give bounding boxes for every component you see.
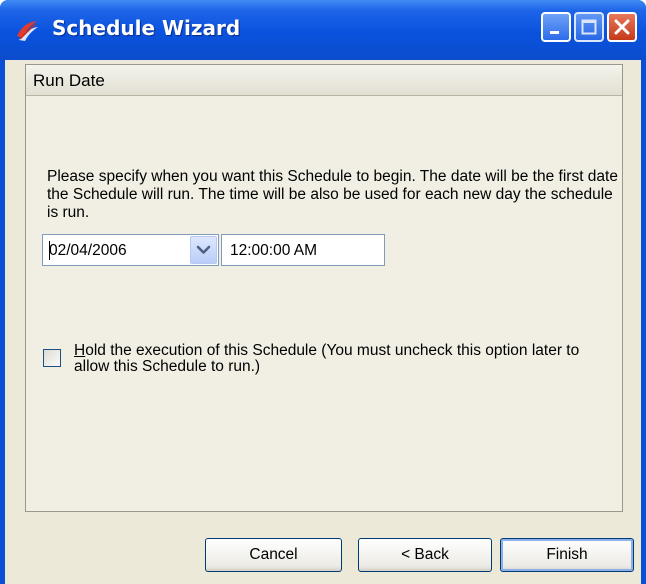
- dialog-client-area: Run Date Please specify when you want th…: [5, 60, 641, 584]
- run-time-value[interactable]: 12:00:00 AM: [230, 242, 317, 260]
- run-time-input[interactable]: 12:00:00 AM: [221, 234, 385, 266]
- close-icon: [614, 19, 630, 35]
- schedule-app-icon: [17, 21, 38, 41]
- minimize-icon: [550, 31, 559, 34]
- schedule-wizard-window: Schedule Wizard Run Date Please specify …: [0, 0, 646, 584]
- close-button[interactable]: [607, 12, 637, 42]
- hold-execution-label-text: old the execution of this Schedule (You …: [74, 342, 580, 375]
- hold-execution-checkbox[interactable]: [43, 349, 61, 367]
- chevron-down-icon: [196, 245, 211, 254]
- run-date-picker[interactable]: 02/04/2006: [42, 234, 219, 266]
- page-title: Run Date: [33, 71, 105, 90]
- page-body: Please specify when you want this Schedu…: [26, 96, 622, 511]
- text-caret: [49, 241, 50, 260]
- instructions-text: Please specify when you want this Schedu…: [47, 168, 618, 221]
- date-dropdown-button[interactable]: [190, 236, 217, 264]
- finish-button[interactable]: Finish: [500, 538, 634, 572]
- hold-execution-label[interactable]: Hold the execution of this Schedule (You…: [74, 343, 614, 375]
- back-button[interactable]: < Back: [358, 538, 492, 572]
- run-date-value[interactable]: 02/04/2006: [49, 242, 127, 260]
- maximize-button[interactable]: [574, 12, 604, 42]
- access-key-letter: H: [74, 342, 86, 359]
- wizard-page-panel: Run Date Please specify when you want th…: [25, 64, 623, 512]
- maximize-icon: [581, 19, 597, 35]
- title-bar[interactable]: Schedule Wizard: [0, 0, 646, 60]
- window-title: Schedule Wizard: [52, 16, 241, 40]
- cancel-button[interactable]: Cancel: [205, 538, 342, 572]
- page-header: Run Date: [26, 65, 622, 96]
- minimize-button[interactable]: [541, 12, 571, 42]
